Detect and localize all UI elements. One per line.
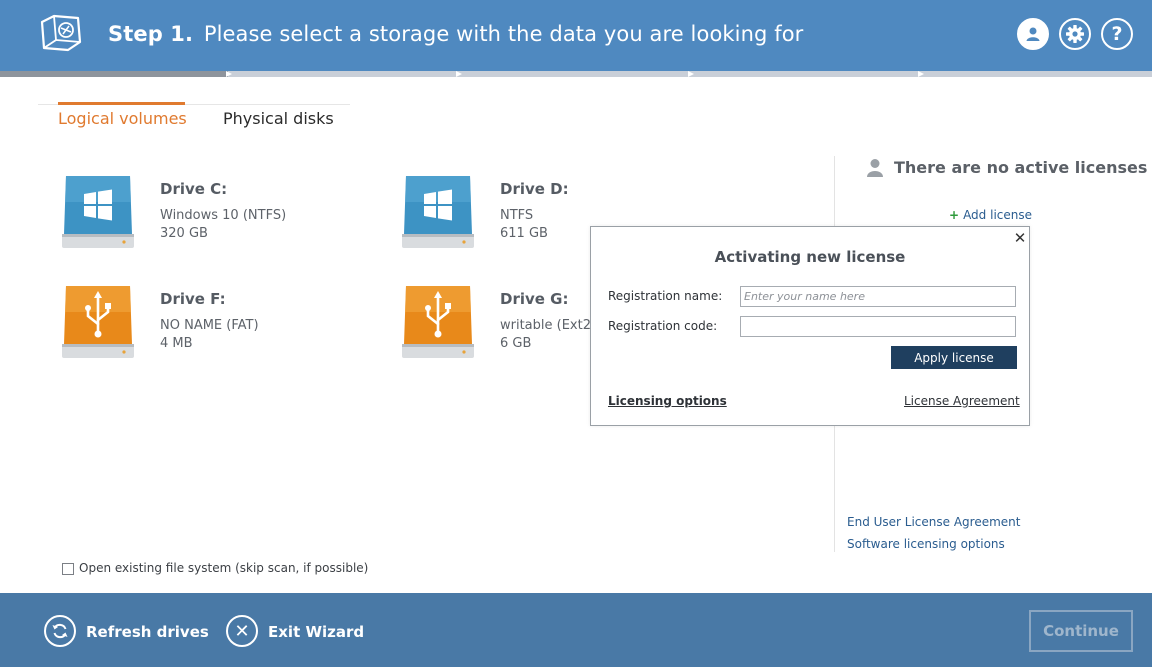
drive-item-c[interactable]: Drive C: Windows 10 (NTFS) 320 GB xyxy=(60,172,380,252)
software-licensing-link[interactable]: Software licensing options xyxy=(847,537,1005,551)
user-button[interactable] xyxy=(1017,18,1049,50)
drive-filesystem: writable (Ext2/ xyxy=(500,318,596,333)
drive-name: Drive F: xyxy=(160,290,226,308)
close-icon: ✕ xyxy=(234,620,250,642)
registration-name-input[interactable] xyxy=(740,286,1016,307)
eula-link[interactable]: End User License Agreement xyxy=(847,515,1020,529)
app-logo-icon xyxy=(40,14,82,52)
exit-wizard-button[interactable]: ✕ xyxy=(226,615,258,647)
drive-filesystem: Windows 10 (NTFS) xyxy=(160,208,287,223)
step-title: Please select a storage with the data yo… xyxy=(203,22,804,46)
tab-logical-volumes[interactable]: Logical volumes xyxy=(58,109,187,128)
windows-drive-icon xyxy=(62,176,134,248)
open-existing-fs-checkbox[interactable] xyxy=(62,563,74,575)
license-agreement-link[interactable]: License Agreement xyxy=(904,394,1020,408)
gear-icon xyxy=(1066,25,1084,43)
activate-license-dialog: ✕ Activating new license Registration na… xyxy=(590,226,1030,426)
active-tab-indicator xyxy=(58,102,185,105)
user-icon xyxy=(867,159,883,177)
app-window: Step 1. Please select a storage with the… xyxy=(0,0,1152,667)
refresh-drives-label[interactable]: Refresh drives xyxy=(86,623,209,641)
refresh-icon xyxy=(52,623,68,639)
tab-physical-disks[interactable]: Physical disks xyxy=(223,109,334,128)
drive-name: Drive C: xyxy=(160,180,228,198)
drive-size: 611 GB xyxy=(500,226,548,241)
drive-size: 6 GB xyxy=(500,336,532,351)
drive-size: 320 GB xyxy=(160,226,208,241)
drive-item-g[interactable]: Drive G: writable (Ext2/ 6 GB xyxy=(400,282,595,362)
drive-name: Drive G: xyxy=(500,290,569,308)
open-existing-fs-label[interactable]: Open existing file system (skip scan, if… xyxy=(79,561,368,575)
user-icon xyxy=(1026,27,1040,41)
usb-drive-icon xyxy=(62,286,134,358)
drive-size: 4 MB xyxy=(160,336,193,351)
close-icon[interactable]: ✕ xyxy=(1013,229,1027,247)
registration-code-label: Registration code: xyxy=(608,319,718,333)
exit-wizard-label[interactable]: Exit Wizard xyxy=(268,623,364,641)
step-label: Step 1. xyxy=(108,22,194,46)
add-license-label: Add license xyxy=(963,208,1032,222)
apply-license-button[interactable]: Apply license xyxy=(891,346,1017,369)
progress-separator xyxy=(456,71,462,77)
wizard-progress-bar xyxy=(0,71,1152,77)
progress-separator xyxy=(918,71,924,77)
registration-code-input[interactable] xyxy=(740,316,1016,337)
progress-separator xyxy=(688,71,694,77)
help-button[interactable]: ? xyxy=(1101,18,1133,50)
drive-filesystem: NO NAME (FAT) xyxy=(160,318,259,333)
drive-name: Drive D: xyxy=(500,180,569,198)
progress-separator xyxy=(226,71,232,77)
help-icon: ? xyxy=(1111,23,1123,45)
usb-drive-icon xyxy=(402,286,474,358)
licensing-options-link[interactable]: Licensing options xyxy=(608,394,727,408)
page-title: Step 1. Please select a storage with the… xyxy=(108,22,803,46)
footer-bar: Refresh drives ✕ Exit Wizard Continue xyxy=(0,593,1152,667)
continue-button[interactable]: Continue xyxy=(1029,610,1133,652)
registration-name-label: Registration name: xyxy=(608,289,723,303)
refresh-drives-button[interactable] xyxy=(44,615,76,647)
progress-fill xyxy=(0,71,228,77)
windows-drive-icon xyxy=(402,176,474,248)
add-license-link[interactable]: + Add license xyxy=(949,208,1032,222)
header-bar: Step 1. Please select a storage with the… xyxy=(0,0,1152,71)
license-status-title: There are no active licenses xyxy=(894,158,1148,177)
drive-item-f[interactable]: Drive F: NO NAME (FAT) 4 MB xyxy=(60,282,380,362)
plus-icon: + xyxy=(949,208,960,222)
dialog-title: Activating new license xyxy=(714,248,906,266)
drive-filesystem: NTFS xyxy=(500,208,534,223)
settings-button[interactable] xyxy=(1059,18,1091,50)
